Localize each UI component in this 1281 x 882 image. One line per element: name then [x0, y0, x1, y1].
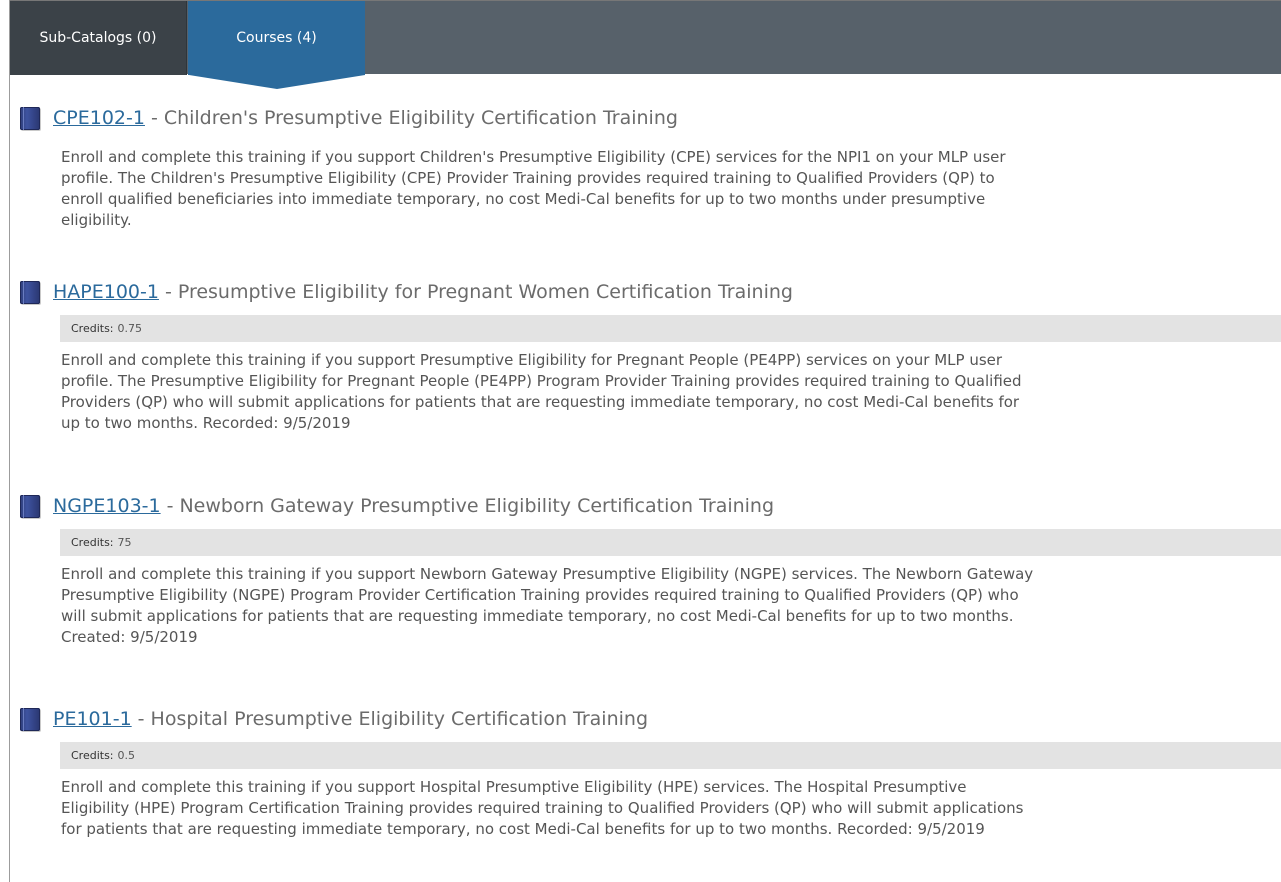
credits-value: 75: [117, 536, 132, 549]
description-line: Providers (QP) who will submit applicati…: [61, 393, 1020, 411]
description-line: for patients that are requesting immedia…: [61, 820, 985, 838]
course-header: NGPE103-1 - Newborn Gateway Presumptive …: [20, 490, 774, 522]
course-title: Presumptive Eligibility for Pregnant Wom…: [177, 281, 793, 303]
course-code-link[interactable]: HAPE100-1: [53, 281, 159, 303]
course-description: Enroll and complete this training if you…: [61, 147, 1281, 231]
course-code-link[interactable]: NGPE103-1: [53, 495, 161, 517]
course-title: Hospital Presumptive Eligibility Certifi…: [150, 708, 649, 730]
credits-bar: Credits: 0.5: [60, 742, 1281, 769]
book-icon: [20, 280, 40, 304]
course-description: Enroll and complete this training if you…: [61, 350, 1281, 434]
course-separator: -: [150, 107, 158, 129]
credits-value: 0.75: [117, 322, 143, 335]
course-separator: -: [164, 281, 172, 303]
description-line: Enroll and complete this training if you…: [61, 565, 1034, 583]
description-line: Eligibility (HPE) Program Certification …: [61, 799, 1024, 817]
credits-label: Credits:: [71, 749, 114, 762]
course-code-link[interactable]: PE101-1: [53, 708, 132, 730]
description-line: Enroll and complete this training if you…: [61, 778, 967, 796]
credits-bar: Credits: 0.75: [60, 315, 1281, 342]
description-line: eligibility.: [61, 211, 132, 229]
left-border: [9, 0, 10, 882]
book-icon: [20, 494, 40, 518]
course-header: HAPE100-1 - Presumptive Eligibility for …: [20, 276, 793, 308]
book-icon: [20, 707, 40, 731]
course-title: Children's Presumptive Eligibility Certi…: [163, 107, 678, 129]
credits-label: Credits:: [71, 322, 114, 335]
description-line: up to two months. Recorded: 9/5/2019: [61, 414, 351, 432]
credits-bar: Credits: 75: [60, 529, 1281, 556]
credits-value: 0.5: [117, 749, 136, 762]
course-header: CPE102-1 - Children's Presumptive Eligib…: [20, 102, 678, 134]
course-description: Enroll and complete this training if you…: [61, 564, 1281, 648]
description-line: Enroll and complete this training if you…: [61, 148, 1006, 166]
course-title: Newborn Gateway Presumptive Eligibility …: [179, 495, 775, 517]
credits-label: Credits:: [71, 536, 114, 549]
description-line: will submit applications for patients th…: [61, 607, 1014, 625]
course-separator: -: [166, 495, 174, 517]
description-line: Enroll and complete this training if you…: [61, 351, 1003, 369]
description-line: profile. The Children's Presumptive Elig…: [61, 169, 995, 187]
description-line: enroll qualified beneficiaries into imme…: [61, 190, 986, 208]
tab-courses[interactable]: Courses (4): [188, 1, 365, 89]
book-icon: [20, 106, 40, 130]
description-line: profile. The Presumptive Eligibility for…: [61, 372, 1022, 390]
description-line: Created: 9/5/2019: [61, 628, 198, 646]
course-header: PE101-1 - Hospital Presumptive Eligibili…: [20, 703, 648, 735]
catalog-tab-bar: Sub-Catalogs (0) Courses (4): [10, 0, 1281, 89]
course-separator: -: [137, 708, 145, 730]
tab-sub-catalogs[interactable]: Sub-Catalogs (0): [10, 1, 187, 75]
course-description: Enroll and complete this training if you…: [61, 777, 1281, 840]
course-code-link[interactable]: CPE102-1: [53, 107, 145, 129]
description-line: Presumptive Eligibility (NGPE) Program P…: [61, 586, 1019, 604]
